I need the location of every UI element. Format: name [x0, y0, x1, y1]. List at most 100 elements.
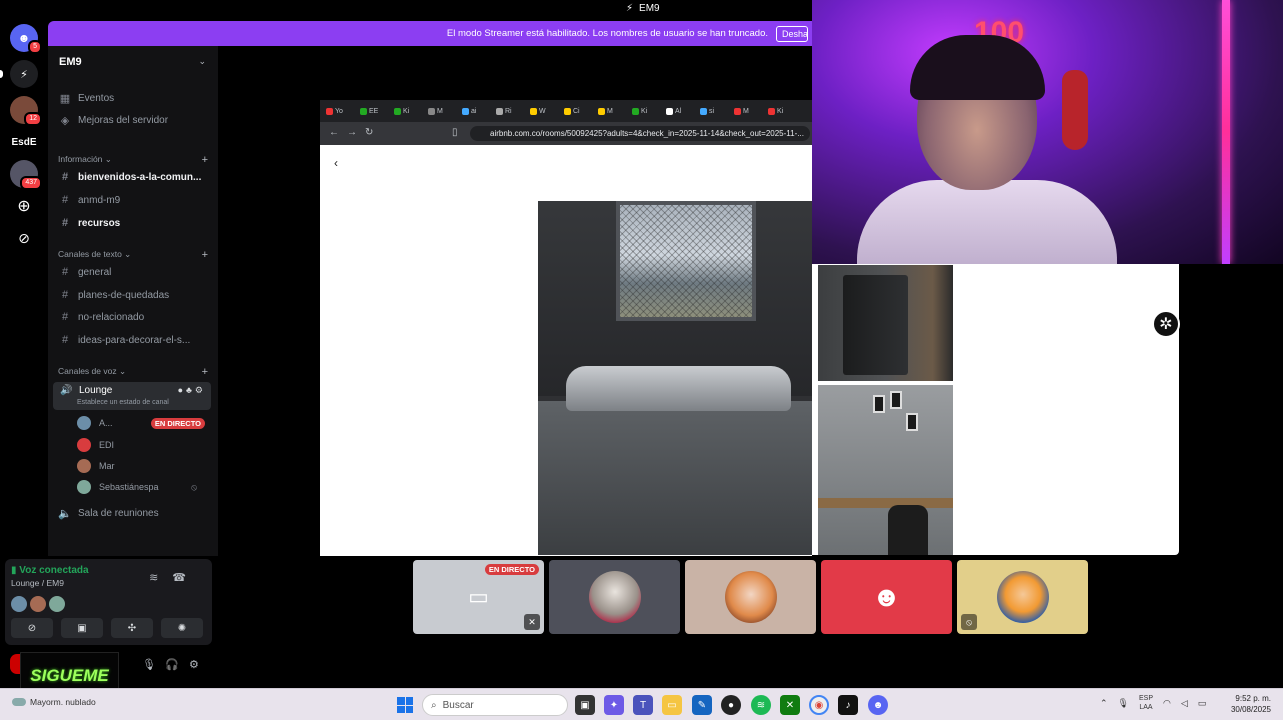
browser-tab[interactable]: Ki — [768, 103, 800, 119]
chat-icon[interactable]: ● — [178, 385, 186, 395]
channel-general[interactable]: # general — [58, 262, 212, 282]
task-view-icon[interactable]: ▣ — [575, 695, 595, 715]
back-icon[interactable]: ← — [329, 127, 347, 138]
browser-tab[interactable]: M — [598, 103, 630, 119]
server-icon-2[interactable]: 12 — [10, 96, 42, 126]
browser-tab[interactable]: W — [530, 103, 562, 119]
browser-tab[interactable]: ai — [462, 103, 494, 119]
channel-recursos[interactable]: # recursos — [58, 213, 212, 233]
taskbar-search[interactable]: ⌕ Buscar — [422, 694, 568, 716]
microphone-icon[interactable]: 🎙 — [142, 658, 156, 671]
wifi-icon[interactable]: ◠ — [1163, 698, 1171, 709]
activities-button[interactable]: ✣ — [111, 618, 153, 638]
participant-tile-2[interactable] — [549, 560, 680, 634]
server-name[interactable]: EM9 — [59, 56, 82, 68]
volume-icon[interactable]: ◁ — [1181, 698, 1188, 709]
browser-tab[interactable]: M — [428, 103, 460, 119]
start-button[interactable] — [397, 697, 413, 713]
listing-photo-bedroom[interactable] — [538, 201, 814, 555]
add-channel-icon[interactable]: + — [202, 366, 208, 378]
participant-tile-4[interactable]: ☻ — [821, 560, 952, 634]
voice-user[interactable]: Mar — [77, 457, 205, 475]
weather-widget[interactable]: Mayorm. nublado — [12, 697, 96, 707]
window-title-text: EM9 — [639, 3, 660, 14]
chevron-up-icon[interactable]: ⌃ — [1100, 698, 1108, 709]
tiktok-icon[interactable]: ♪ — [838, 695, 858, 715]
add-server-icon[interactable]: ⊕ — [10, 192, 38, 220]
headphones-icon[interactable]: 🎧 — [165, 658, 179, 671]
server-icon-esde[interactable]: EsdE — [10, 128, 38, 156]
browser-tab[interactable]: M — [734, 103, 766, 119]
browser-tab[interactable]: si — [700, 103, 732, 119]
battery-icon[interactable]: ▭ — [1198, 698, 1207, 709]
editor-icon[interactable]: ✎ — [692, 695, 712, 715]
forward-icon[interactable]: → — [347, 127, 365, 138]
gear-icon[interactable]: ⚙ — [195, 385, 206, 395]
url-field[interactable]: airbnb.com.co/rooms/50092425?adults=4&ch… — [470, 126, 810, 141]
taskbar-clock[interactable]: 9:52 p. m. 30/08/2025 — [1231, 693, 1271, 715]
bookmark-icon[interactable]: ▯ — [452, 127, 458, 138]
voice-location[interactable]: Lounge / EM9 — [11, 578, 64, 588]
voice-connected-label: Voz conectada — [19, 565, 89, 576]
server-icon-em9[interactable]: ⚡ — [10, 60, 38, 88]
chevron-down-icon[interactable]: ⌄ — [198, 56, 206, 67]
screen-share-button[interactable]: ▣ — [61, 618, 103, 638]
channel-ideas[interactable]: # ideas-para-decorar-el-s... — [58, 330, 212, 350]
soundboard-button[interactable]: ✺ — [161, 618, 203, 638]
xbox-icon[interactable]: ✕ — [780, 695, 800, 715]
noise-suppression-icon[interactable]: ≋ — [149, 572, 172, 584]
direct-messages-icon[interactable]: ☻ 5 — [10, 24, 42, 54]
browser-tab[interactable]: Ki — [632, 103, 664, 119]
speaker-muted-icon[interactable]: ✕ — [524, 614, 540, 630]
sidebar-item-eventos[interactable]: ▦ Eventos — [58, 88, 212, 108]
floating-assistant-icon[interactable]: ✲ — [1152, 310, 1180, 338]
channel-no-relacionado[interactable]: # no-relacionado — [58, 307, 212, 327]
voice-channel-lounge[interactable]: 🔊 Lounge Establece un estado de canal ●♣… — [53, 382, 211, 410]
voice-user[interactable]: EDI — [77, 436, 205, 454]
category-text[interactable]: Canales de texto ⌄ + — [58, 249, 208, 261]
file-explorer-icon[interactable]: ▭ — [662, 695, 682, 715]
spotify-icon[interactable]: ≋ — [751, 695, 771, 715]
category-voice[interactable]: Canales de voz ⌄ + — [58, 366, 208, 378]
voice-user[interactable]: Sebastiánespa ⦸ — [77, 478, 205, 496]
voice-connected-status[interactable]: ▮ Voz conectada — [11, 565, 89, 576]
gear-icon[interactable]: ⚙ — [189, 658, 199, 671]
sidebar-item-mejoras[interactable]: ◈ Mejoras del servidor — [58, 110, 212, 130]
copilot-icon[interactable]: ✦ — [604, 695, 624, 715]
add-channel-icon[interactable]: + — [202, 154, 208, 166]
voice-user[interactable]: A... EN DIRECTO — [77, 414, 205, 432]
browser-tab[interactable]: Ci — [564, 103, 596, 119]
browser-tab[interactable]: Ri — [496, 103, 528, 119]
discord-icon[interactable]: ☻ — [868, 695, 888, 715]
window-title: ⚡ EM9 — [626, 3, 660, 14]
browser-tab[interactable]: Al — [666, 103, 698, 119]
disconnect-icon[interactable]: ☎ — [172, 572, 200, 584]
chrome-icon[interactable]: ◉ — [809, 695, 829, 715]
channel-bienvenidos[interactable]: # bienvenidos-a-la-comun... — [58, 167, 212, 187]
server-icon-4[interactable]: 437 — [10, 160, 42, 190]
app-icon-dark[interactable]: ● — [721, 695, 741, 715]
channel-anmd[interactable]: # anmd-m9 — [58, 190, 212, 210]
disable-streamer-button[interactable]: Deshabilitar — [776, 25, 808, 42]
browser-tab[interactable]: Yo — [326, 103, 358, 119]
browser-tab[interactable]: Ki — [394, 103, 426, 119]
category-info[interactable]: Información ⌄ + — [58, 154, 208, 166]
browser-tab[interactable]: EE — [360, 103, 392, 119]
language-indicator[interactable]: ESP LAA — [1139, 694, 1153, 712]
voice-channel-status[interactable]: Establece un estado de canal — [77, 399, 169, 406]
explore-icon[interactable]: ⊘ — [10, 224, 38, 252]
participant-tile-stream[interactable]: ▭ EN DIRECTO ✕ — [413, 560, 544, 634]
teams-icon[interactable]: T — [633, 695, 653, 715]
listing-photo-desk[interactable] — [818, 385, 953, 555]
channel-planes[interactable]: # planes-de-quedadas — [58, 285, 212, 305]
listing-photo-kitchen[interactable] — [818, 265, 953, 381]
camera-button[interactable]: ⊘ — [11, 618, 53, 638]
participant-tile-3[interactable] — [685, 560, 816, 634]
reload-icon[interactable]: ↻ — [365, 127, 381, 138]
add-member-icon[interactable]: ♣ — [186, 385, 195, 395]
voice-channel-sala[interactable]: 🔈 Sala de reuniones — [58, 503, 212, 523]
page-back-icon[interactable]: ‹ — [334, 156, 338, 170]
add-channel-icon[interactable]: + — [202, 249, 208, 261]
participant-tile-5[interactable]: ⦸ — [957, 560, 1088, 634]
microphone-icon[interactable]: 🎙 — [1118, 698, 1129, 709]
